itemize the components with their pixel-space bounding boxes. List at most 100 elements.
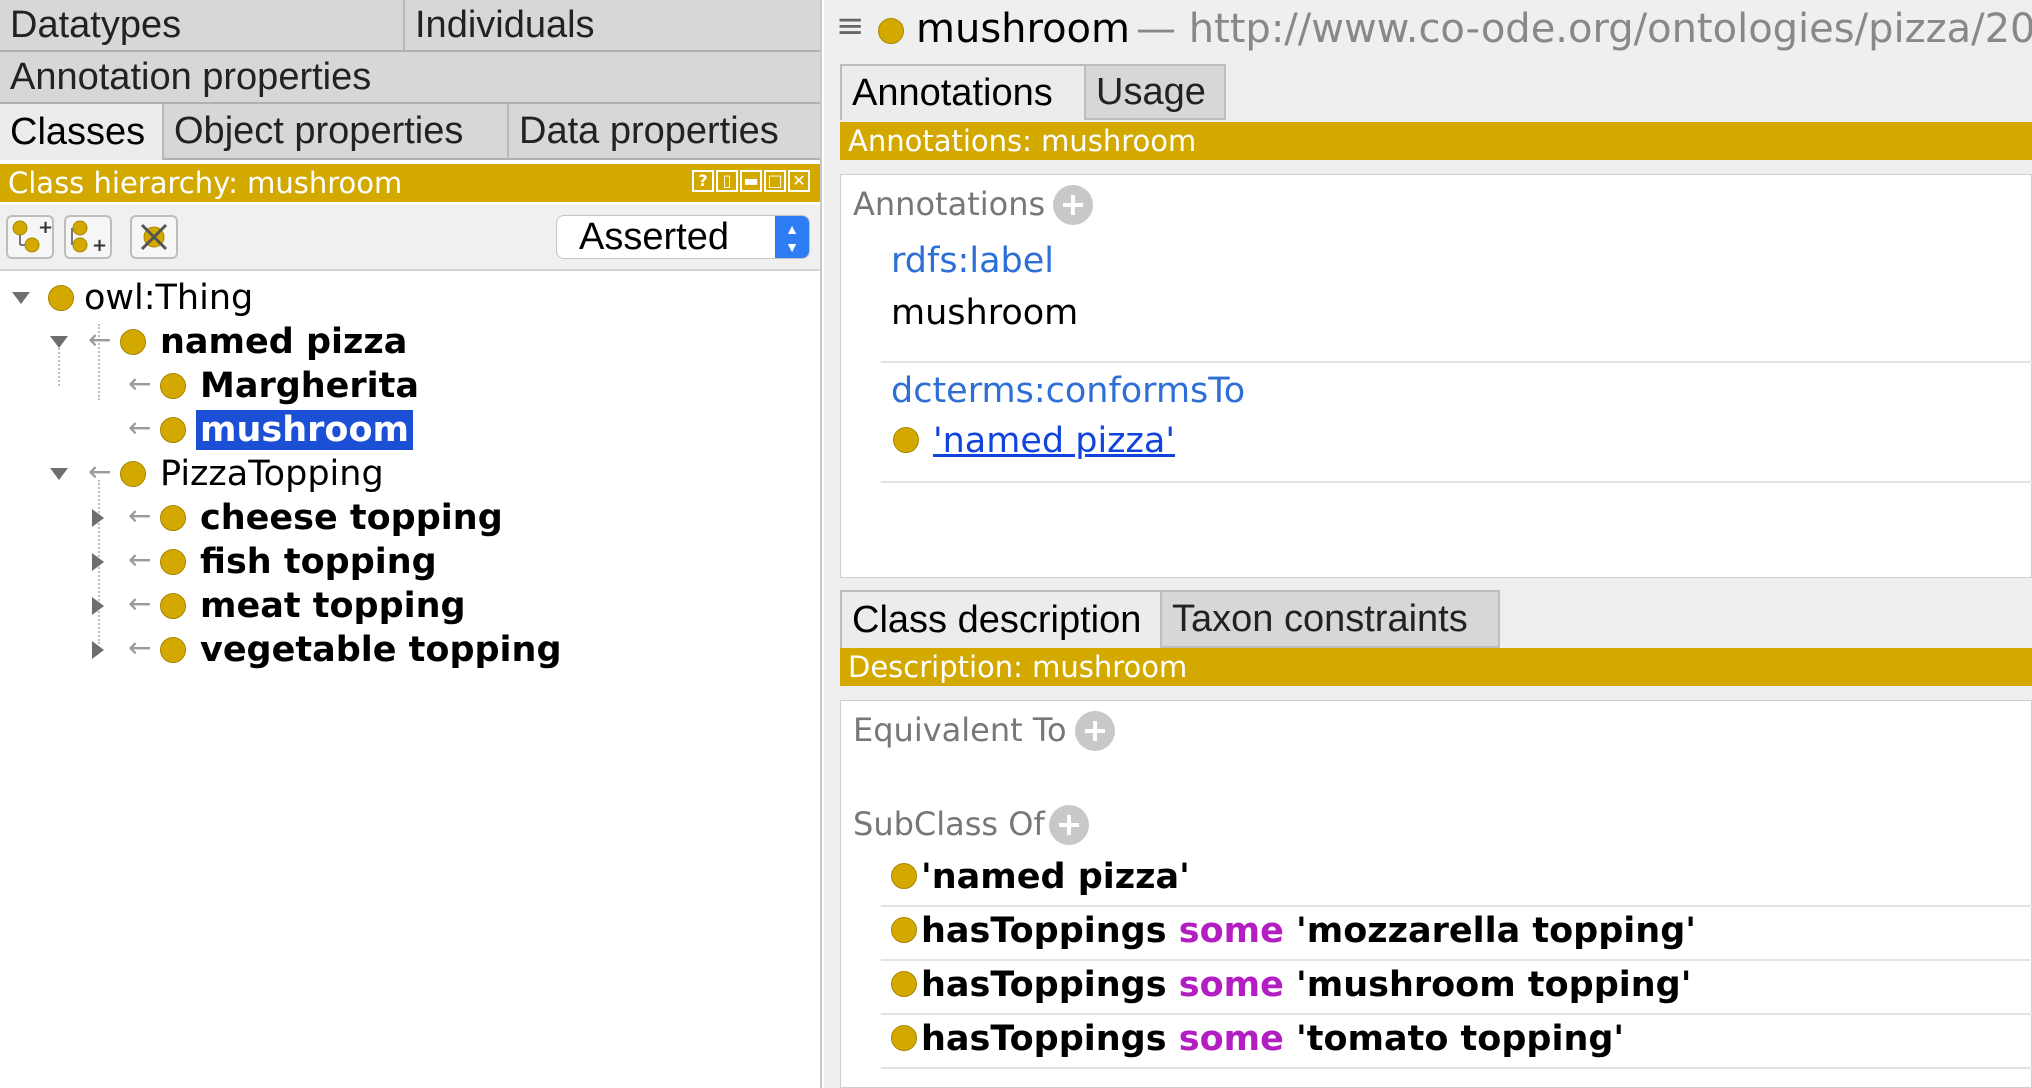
class-icon — [891, 917, 917, 943]
tree-node-label: cheese topping — [200, 498, 503, 538]
tab-annotation-properties[interactable]: Annotation properties — [0, 52, 820, 104]
add-subclass-button[interactable]: + — [6, 215, 54, 259]
tab-individuals[interactable]: Individuals — [405, 0, 820, 52]
class-icon — [891, 971, 917, 997]
tree-node-label: PizzaTopping — [160, 454, 384, 494]
left-pane: Datatypes Individuals Annotation propert… — [0, 0, 822, 1088]
subclass-arrow-icon: ← — [128, 587, 152, 620]
expand-toggle-icon[interactable] — [50, 336, 68, 348]
description-card: Equivalent To SubClass Of 'named pizza' … — [840, 700, 2032, 1088]
hierarchy-mode-select[interactable]: Asserted ▲ ▼ — [556, 215, 810, 259]
row-divider — [881, 1013, 2032, 1015]
description-tabbar: Class description Taxon constraints — [824, 588, 2032, 648]
subclass-arrow-icon: ← — [88, 455, 112, 488]
tree-node-named-pizza[interactable]: ← named pizza — [0, 322, 500, 362]
subclass-axiom[interactable]: hasToppings some 'mozzarella topping' — [921, 911, 1696, 951]
axiom-keyword: some — [1178, 911, 1284, 951]
class-icon — [893, 427, 919, 453]
hierarchy-toolbar: + + Asserted ▲ ▼ — [0, 205, 820, 271]
help-icon[interactable]: ? — [692, 170, 714, 192]
collapse-toggle-icon[interactable] — [92, 553, 104, 571]
axiom-property: hasToppings — [921, 911, 1167, 951]
annotations-title: Annotations: mushroom — [848, 124, 1197, 158]
tab-annotations[interactable]: Annotations — [840, 64, 1086, 120]
class-icon — [160, 505, 186, 531]
axiom-keyword: some — [1178, 1019, 1284, 1059]
view-controls: ? ▯ ▬ □ ✕ — [692, 170, 810, 192]
class-icon — [891, 863, 917, 889]
expand-toggle-icon[interactable] — [12, 292, 30, 304]
tab-classes[interactable]: Classes — [0, 104, 164, 160]
class-hierarchy-header: Class hierarchy: mushroom ? ▯ ▬ □ ✕ — [0, 164, 820, 202]
menu-icon[interactable]: ≡ — [836, 6, 865, 46]
row-divider — [881, 1067, 2032, 1069]
subclass-arrow-icon: ← — [88, 323, 112, 356]
collapse-toggle-icon[interactable] — [92, 641, 104, 659]
add-equivalent-button[interactable] — [1075, 711, 1115, 751]
tree-node-vegetable-topping[interactable]: ← vegetable topping — [0, 630, 600, 670]
tab-row-1: Datatypes Individuals — [0, 0, 820, 52]
annotations-section-label: Annotations — [853, 185, 1046, 223]
collapse-toggle-icon[interactable] — [92, 509, 104, 527]
axiom-keyword: some — [1178, 965, 1284, 1005]
axiom-class: 'named pizza' — [921, 857, 1190, 897]
subclass-axiom[interactable]: hasToppings some 'mushroom topping' — [921, 965, 1691, 1005]
hierarchy-mode-value: Asserted — [579, 216, 729, 258]
annotation-property[interactable]: dcterms:conformsTo — [891, 371, 1245, 411]
add-superclass-button[interactable] — [1049, 805, 1089, 845]
collapse-toggle-icon[interactable] — [92, 597, 104, 615]
svg-text:+: + — [38, 217, 52, 238]
tree-node-meat-topping[interactable]: ← meat topping — [0, 586, 600, 626]
maximize-icon[interactable]: □ — [764, 170, 786, 192]
tab-usage[interactable]: Usage — [1086, 64, 1226, 120]
close-icon[interactable]: ✕ — [788, 170, 810, 192]
row-divider — [881, 361, 2032, 363]
add-annotation-button[interactable] — [1053, 185, 1093, 225]
add-sibling-button[interactable]: + — [64, 215, 112, 259]
subclass-arrow-icon: ← — [128, 499, 152, 532]
tab-row-3: Classes Object properties Data propertie… — [0, 104, 820, 160]
tab-data-properties[interactable]: Data properties — [509, 104, 820, 160]
tree-node-pizzatopping[interactable]: ← PizzaTopping — [0, 454, 500, 494]
subclass-arrow-icon: ← — [128, 631, 152, 664]
equivalent-to-label: Equivalent To — [853, 711, 1067, 749]
tab-taxon-constraints[interactable]: Taxon constraints — [1162, 590, 1500, 648]
entity-iri: — http://www.co-ode.org/ontologies/pizza… — [1136, 6, 2032, 52]
row-divider — [881, 905, 2032, 907]
tab-datatypes[interactable]: Datatypes — [0, 0, 405, 52]
annotation-value-link[interactable]: 'named pizza' — [933, 421, 1175, 461]
subclass-arrow-icon: ← — [128, 411, 152, 444]
tree-node-margherita[interactable]: ← Margherita — [0, 366, 500, 406]
tree-node-label: owl:Thing — [84, 278, 254, 318]
minimize-icon[interactable]: ▬ — [740, 170, 762, 192]
subclass-arrow-icon: ← — [128, 367, 152, 400]
delete-class-button[interactable] — [130, 215, 178, 259]
select-arrows-icon: ▲ ▼ — [775, 216, 809, 258]
axiom-filler: 'mozzarella topping' — [1296, 911, 1696, 951]
subclass-axiom[interactable]: hasToppings some 'tomato topping' — [921, 1019, 1624, 1059]
subclass-axiom[interactable]: 'named pizza' — [921, 857, 1190, 897]
entity-title-bar: ≡ mushroom — http://www.co-ode.org/ontol… — [824, 0, 2032, 62]
annotations-card: Annotations rdfs:label mushroom dcterms:… — [840, 174, 2032, 578]
annotation-property[interactable]: rdfs:label — [891, 241, 1054, 281]
tree-node-fish-topping[interactable]: ← fish topping — [0, 542, 600, 582]
tree-node-label: named pizza — [160, 322, 408, 362]
tree-node-cheese-topping[interactable]: ← cheese topping — [0, 498, 600, 538]
tree-node-label: Margherita — [200, 366, 420, 406]
delete-class-icon — [140, 223, 168, 251]
expand-toggle-icon[interactable] — [50, 468, 68, 480]
tree-node-label: vegetable topping — [200, 630, 562, 670]
tree-node-mushroom[interactable]: ← mushroom — [0, 410, 500, 450]
description-title: Description: mushroom — [848, 650, 1188, 684]
entity-name: mushroom — [916, 6, 1130, 52]
split-icon[interactable]: ▯ — [716, 170, 738, 192]
class-icon — [891, 1025, 917, 1051]
class-icon — [160, 549, 186, 575]
tab-object-properties[interactable]: Object properties — [164, 104, 509, 160]
tree-node-owl-thing[interactable]: owl:Thing — [0, 278, 400, 318]
axiom-property: hasToppings — [921, 965, 1167, 1005]
tree-node-label-selected: mushroom — [196, 410, 413, 450]
description-header: Description: mushroom — [840, 648, 2032, 686]
class-hierarchy-title: Class hierarchy: mushroom — [8, 166, 403, 200]
tab-class-description[interactable]: Class description — [840, 590, 1162, 648]
